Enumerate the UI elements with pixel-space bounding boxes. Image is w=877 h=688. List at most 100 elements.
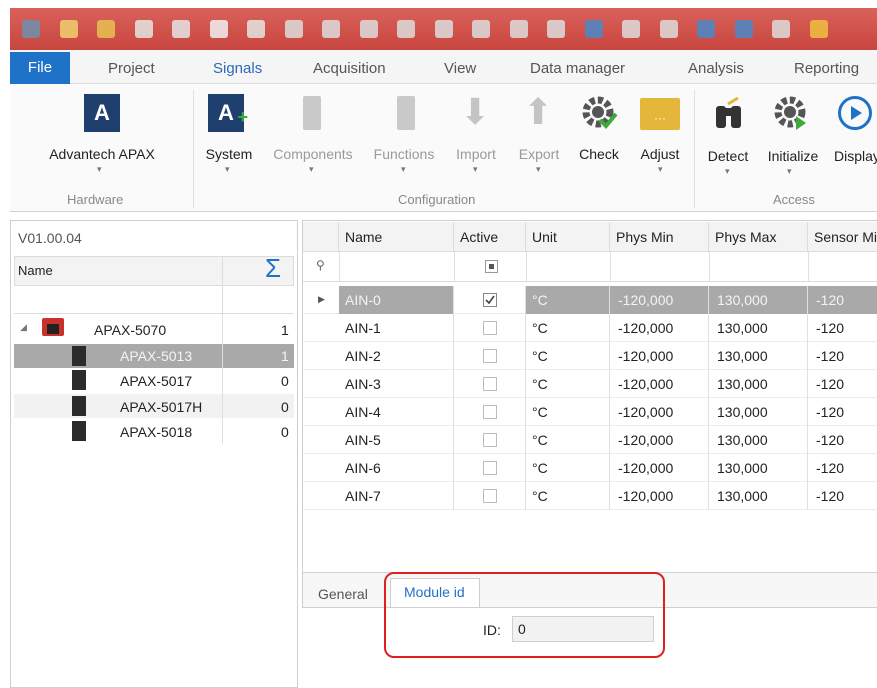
cell-name[interactable]: AIN-6 [339,454,454,482]
active-checkbox[interactable] [483,405,497,419]
cell-smin[interactable]: -120 [808,314,877,342]
cell-pmax[interactable]: 130,000 [709,398,808,426]
cell-pmax[interactable]: 130,000 [709,314,808,342]
cell-smin[interactable]: -120 [808,426,877,454]
redo-icon[interactable] [622,20,640,38]
cell-name[interactable]: AIN-1 [339,314,454,342]
cell-name[interactable]: AIN-0 [339,286,454,314]
copy-icon[interactable] [322,20,340,38]
cell-pmin[interactable]: -120,000 [610,482,709,510]
cell-smin[interactable]: -120 [808,286,877,314]
tree-item-apax-5013[interactable]: APAX-5013 [120,348,192,364]
advantech-apax-button[interactable]: Advantech APAX [44,146,160,162]
active-checkbox[interactable] [483,377,497,391]
column-sensor-min-header[interactable]: Sensor Mi [808,222,877,252]
cut-icon[interactable] [284,20,303,38]
cell-pmax[interactable]: 130,000 [709,454,808,482]
cell-name[interactable]: AIN-5 [339,426,454,454]
cell-name[interactable]: AIN-3 [339,370,454,398]
tab-data-manager[interactable]: Data manager [530,52,625,86]
cell-unit[interactable]: °C [526,454,610,482]
tab-view[interactable]: View [444,52,476,86]
save-as-icon[interactable] [172,20,190,38]
expand-arrow-icon[interactable]: ◢ [20,322,27,333]
tab-acquisition[interactable]: Acquisition [313,52,386,86]
tree-item-apax-5017[interactable]: APAX-5017 [120,373,192,389]
cell-unit[interactable]: °C [526,426,610,454]
settings-icon[interactable] [659,20,678,38]
cell-unit[interactable]: °C [526,370,610,398]
cell-smin[interactable]: -120 [808,342,877,370]
export-icon[interactable] [472,20,490,38]
check-button[interactable]: Check [575,146,623,162]
cell-smin[interactable]: -120 [808,482,877,510]
column-phys-min-header[interactable]: Phys Min [610,222,709,252]
open-icon[interactable] [97,20,115,38]
tab-signals[interactable]: Signals [213,52,262,86]
tools-icon[interactable] [547,20,565,38]
hand-icon[interactable] [809,20,828,38]
advantech-apax-icon[interactable]: A [84,94,120,132]
app-icon[interactable] [22,20,40,38]
cell-name[interactable]: AIN-4 [339,398,454,426]
cell-pmax[interactable]: 130,000 [709,342,808,370]
cell-pmax[interactable]: 130,000 [709,370,808,398]
cell-name[interactable]: AIN-2 [339,342,454,370]
cell-pmin[interactable]: -120,000 [610,314,709,342]
active-checkbox[interactable] [483,293,497,307]
active-checkbox[interactable] [483,349,497,363]
cell-unit[interactable]: °C [526,314,610,342]
system-icon[interactable]: A + [208,94,248,132]
cell-pmin[interactable]: -120,000 [610,454,709,482]
display-button[interactable]: Display [834,148,877,164]
cell-pmin[interactable]: -120,000 [610,370,709,398]
adjust-button[interactable]: Adjust [634,146,686,162]
cell-pmin[interactable]: -120,000 [610,426,709,454]
cell-pmax[interactable]: 130,000 [709,426,808,454]
export-button[interactable]: Export [514,146,564,162]
tree-item-apax-5070[interactable]: APAX-5070 [94,322,166,338]
delete-icon[interactable] [509,20,528,38]
components-button[interactable]: Components [270,146,356,162]
cell-unit[interactable]: °C [526,342,610,370]
clipboard-icon[interactable] [397,20,415,38]
functions-button[interactable]: Functions [370,146,438,162]
filter-checkbox[interactable] [485,260,498,273]
sum-icon[interactable]: Σ [265,253,281,284]
system-button[interactable]: System [203,146,255,162]
auto-icon[interactable] [209,20,228,38]
clone-icon[interactable] [434,20,453,38]
active-checkbox[interactable] [483,489,497,503]
active-checkbox[interactable] [483,461,497,475]
active-checkbox[interactable] [483,321,497,335]
cell-unit[interactable]: °C [526,286,610,314]
column-name-header[interactable]: Name [339,222,454,252]
cell-pmin[interactable]: -120,000 [610,342,709,370]
cell-smin[interactable]: -120 [808,398,877,426]
tab-analysis[interactable]: Analysis [688,52,744,86]
cell-name[interactable]: AIN-7 [339,482,454,510]
cell-smin[interactable]: -120 [808,454,877,482]
help-icon[interactable] [734,20,753,38]
chart-icon[interactable] [772,20,790,38]
cell-pmin[interactable]: -120,000 [610,286,709,314]
paste-icon[interactable] [359,20,378,38]
column-name[interactable]: Name [18,263,53,278]
new-icon[interactable] [59,20,78,38]
column-active-header[interactable]: Active [454,222,526,252]
cell-unit[interactable]: °C [526,482,610,510]
tree-item-apax-5018[interactable]: APAX-5018 [120,424,192,440]
cell-pmax[interactable]: 130,000 [709,482,808,510]
active-checkbox[interactable] [483,433,497,447]
tab-general[interactable]: General [318,586,368,602]
column-unit-header[interactable]: Unit [526,222,610,252]
tree-item-apax-5017h[interactable]: APAX-5017H [120,399,202,415]
initialize-button[interactable]: Initialize [764,148,822,164]
cell-pmax[interactable]: 130,000 [709,286,808,314]
file-tab[interactable]: File [10,52,70,84]
save-icon[interactable] [134,20,153,38]
filter-pin-icon[interactable]: ⚲ [316,258,325,272]
detect-button[interactable]: Detect [703,148,753,164]
tab-reporting[interactable]: Reporting [794,52,859,86]
undo-icon[interactable] [584,20,603,38]
